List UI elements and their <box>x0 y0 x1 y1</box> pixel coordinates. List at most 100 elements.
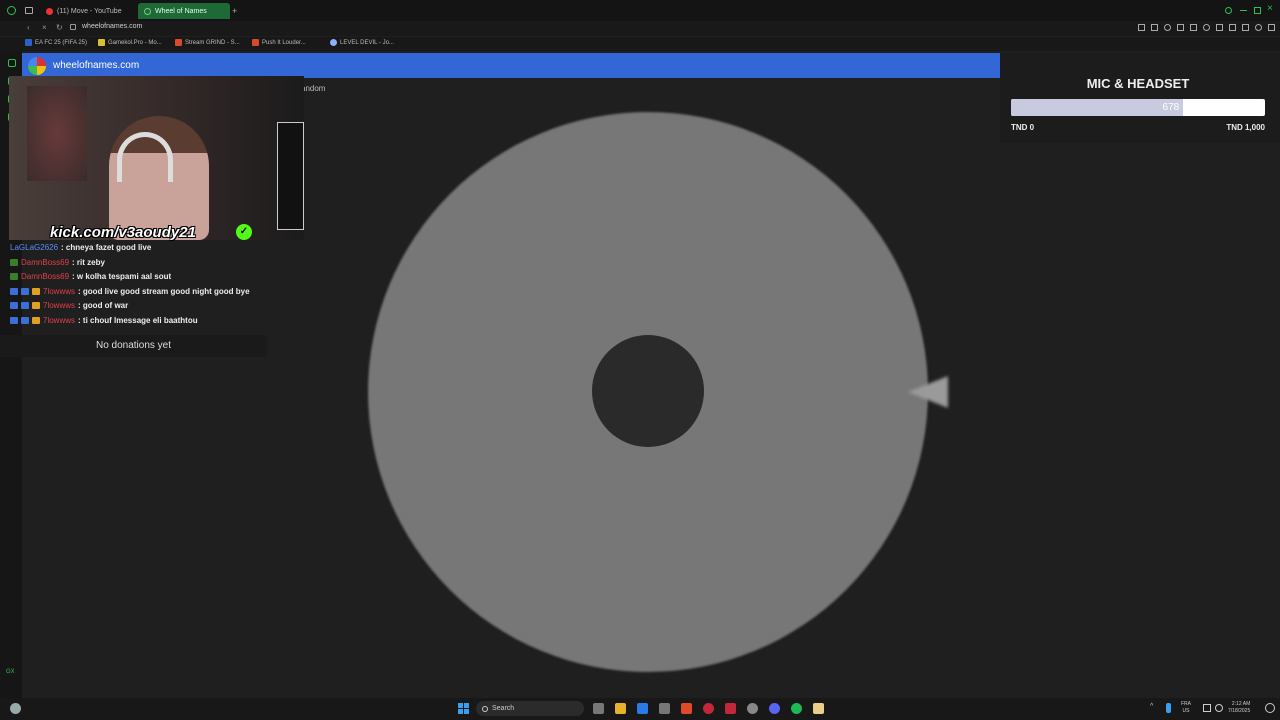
chat-text: : good of war <box>78 301 129 310</box>
chat-message: DamnBoss69 : rit zeby <box>10 258 105 267</box>
site-logo-icon[interactable] <box>28 57 46 75</box>
notifications-icon[interactable] <box>1265 703 1275 713</box>
tab-menu-icon[interactable] <box>25 7 33 14</box>
chat-username: LaGLaG2626 <box>10 243 59 252</box>
goal-progress-fill: 678 <box>1011 99 1184 116</box>
maximize-button[interactable] <box>1254 7 1261 14</box>
language-indicator[interactable]: FRA US <box>1181 701 1191 715</box>
gamekol-icon <box>98 39 105 46</box>
tray-overflow-icon[interactable]: ^ <box>1150 703 1153 710</box>
verified-icon: ✓ <box>236 224 252 240</box>
chat-username: 7lowwws <box>43 287 76 296</box>
chat-text: : w kolha tespami aal sout <box>72 272 172 281</box>
file-explorer-icon[interactable] <box>615 703 626 714</box>
bookmark-item[interactable]: Push It Louder... <box>252 39 306 46</box>
chat-text: : ti chouf lmessage eli baathtou <box>78 316 198 325</box>
url-field[interactable]: wheelofnames.com <box>82 23 142 30</box>
tab-wheel-of-names[interactable]: Wheel of Names <box>138 3 230 19</box>
browser-logo-icon[interactable] <box>7 6 16 15</box>
new-tab-button[interactable]: + <box>232 6 237 16</box>
fifa-icon <box>25 39 32 46</box>
badge-icon <box>10 259 18 266</box>
bookmark-item[interactable]: Stream GRIND - S... <box>175 39 240 46</box>
chat-username: DamnBoss69 <box>21 258 70 267</box>
windows-start-icon[interactable] <box>458 703 469 714</box>
chat-username: DamnBoss69 <box>21 272 70 281</box>
chat-message: DamnBoss69 : w kolha tespami aal sout <box>10 272 171 281</box>
minimize-button[interactable] <box>1240 10 1247 11</box>
tab-label: Wheel of Names <box>155 7 207 15</box>
goal-progress-bar: 678 <box>1011 99 1265 116</box>
play-icon <box>1190 24 1197 31</box>
heart-icon <box>1203 24 1210 31</box>
badge-icon <box>10 302 18 309</box>
badge-icon <box>10 273 18 280</box>
bookmark-item[interactable]: LEVEL DEVIL - Jo... <box>330 39 394 46</box>
toolbar-icons[interactable] <box>1138 24 1275 31</box>
wallet-icon <box>1229 24 1236 31</box>
back-icon[interactable]: ‹ <box>27 23 30 32</box>
sidebar-apps-icon[interactable] <box>8 59 16 67</box>
discord-icon[interactable] <box>769 703 780 714</box>
site-title[interactable]: wheelofnames.com <box>53 60 139 71</box>
push-it-icon <box>252 39 259 46</box>
wheel-pointer-icon <box>908 376 948 408</box>
chat-message: LaGLaG2626 : chneya fazet good live <box>10 243 151 252</box>
loading-icon <box>144 7 151 15</box>
donations-panel: No donations yet <box>0 335 267 357</box>
sidebar-gx-icon[interactable]: GX <box>6 669 15 675</box>
download-icon <box>1242 24 1249 31</box>
mic-icon[interactable] <box>1166 703 1171 713</box>
store-icon[interactable] <box>659 703 670 714</box>
badge-icon <box>21 288 29 295</box>
chat-text: : good live good stream good night good … <box>78 287 250 296</box>
wheel-center[interactable] <box>592 335 704 447</box>
headset-icon <box>117 132 173 182</box>
chat-username: 7lowwws <box>43 316 76 325</box>
site-info-icon[interactable] <box>70 24 76 30</box>
chat-username: 7lowwws <box>43 301 76 310</box>
goal-max-label: TND 1,000 <box>1226 123 1265 132</box>
goal-title: MIC & HEADSET <box>1086 76 1190 91</box>
chat-text: : rit zeby <box>72 258 105 267</box>
badge-icon <box>10 288 18 295</box>
outlook-icon[interactable] <box>637 703 648 714</box>
monitor <box>277 122 304 230</box>
search-tabs-icon[interactable] <box>1225 7 1232 14</box>
volume-icon[interactable] <box>1215 704 1223 712</box>
close-button[interactable]: × <box>1267 3 1273 14</box>
chat-text: : chneya fazet good live <box>61 243 152 252</box>
youtube-icon <box>46 7 53 15</box>
badge-icon <box>32 317 40 324</box>
webcam-overlay <box>9 76 304 240</box>
reload-icon[interactable]: ↻ <box>56 23 63 32</box>
network-icon[interactable] <box>1203 704 1211 712</box>
spotify-icon[interactable] <box>791 703 802 714</box>
chrome-icon[interactable] <box>747 703 758 714</box>
bookmark-item[interactable]: EA FC 25 (FIFA 25) <box>25 39 87 46</box>
taskbar-search[interactable]: Search <box>476 701 584 716</box>
vpn-icon <box>1164 24 1171 31</box>
widgets-icon[interactable] <box>10 703 21 714</box>
task-view-icon[interactable] <box>593 703 604 714</box>
goal-current: 678 <box>1162 102 1180 113</box>
app-icon[interactable] <box>725 703 736 714</box>
bookmark-item[interactable]: Gamekol.Pro - Mo... <box>98 39 162 46</box>
menu-icon <box>1268 24 1275 31</box>
wall-poster <box>27 86 87 181</box>
tab-youtube[interactable]: (11) Move - YouTube <box>40 3 132 19</box>
level-devil-icon <box>330 39 337 46</box>
clock[interactable]: 2:12 AM 7/18/2025 <box>1228 701 1250 715</box>
opera-gx-icon[interactable] <box>703 703 714 714</box>
app-icon[interactable] <box>813 703 824 714</box>
chat-message: 7lowwws : ti chouf lmessage eli baathtou <box>10 316 198 325</box>
brave-icon[interactable] <box>681 703 692 714</box>
badge-icon <box>32 288 40 295</box>
badge-icon <box>21 302 29 309</box>
stop-icon[interactable]: × <box>42 23 47 32</box>
address-bar <box>0 21 1280 36</box>
tab-label: (11) Move - YouTube <box>57 7 122 15</box>
search-icon <box>482 705 488 712</box>
extensions-icon <box>1216 24 1223 31</box>
bookmark-icon <box>1138 24 1145 31</box>
